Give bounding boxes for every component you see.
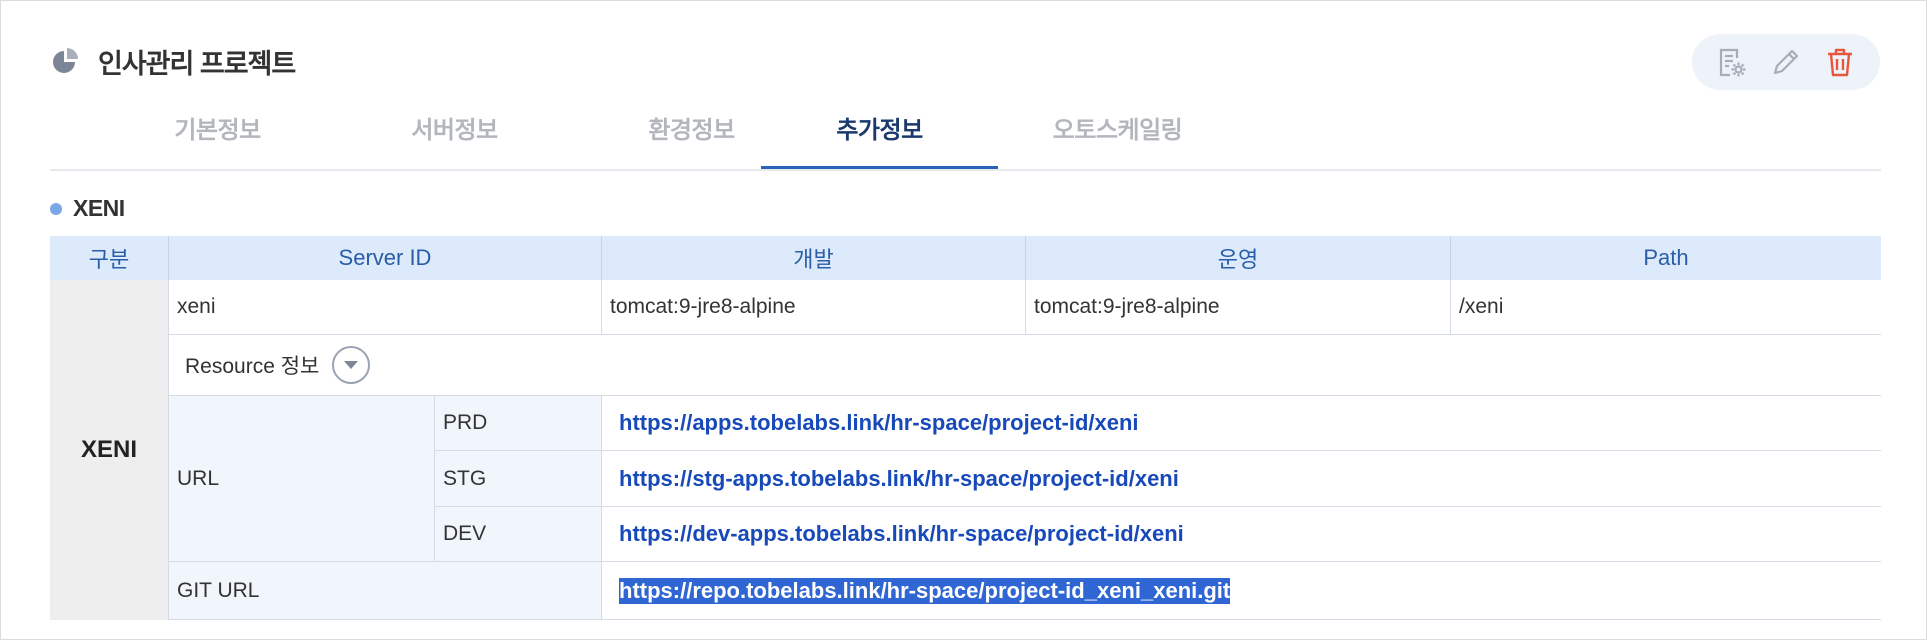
pie-chart-icon — [50, 46, 80, 76]
stg-url-text: https://stg-apps.tobelabs.link/hr-space/… — [619, 465, 1179, 491]
resource-info-label: Resource 정보 — [185, 355, 320, 378]
dev-image-value: tomcat:9-jre8-alpine — [602, 280, 1026, 335]
tab-additional-info[interactable]: 추가정보 — [761, 109, 998, 169]
page-title: 인사관리 프로젝트 — [98, 48, 296, 79]
git-url-link[interactable]: https://repo.tobelabs.link/hr-space/proj… — [602, 562, 1881, 620]
prd-url-link[interactable]: https://apps.tobelabs.link/hr-space/proj… — [602, 396, 1881, 451]
expand-toggle-button[interactable] — [332, 346, 371, 384]
section-title: XENI — [50, 195, 125, 222]
column-header: Path — [1451, 236, 1881, 280]
path-value: /xeni — [1451, 280, 1881, 335]
git-url-text-selected: https://repo.tobelabs.link/hr-space/proj… — [619, 577, 1231, 604]
section-label: XENI — [73, 195, 125, 221]
trash-icon[interactable] — [1822, 44, 1858, 80]
dev-url-text: https://dev-apps.tobelabs.link/hr-space/… — [619, 521, 1184, 546]
dev-url-link[interactable]: https://dev-apps.tobelabs.link/hr-space/… — [602, 507, 1881, 562]
stg-url-link[interactable]: https://stg-apps.tobelabs.link/hr-space/… — [602, 451, 1881, 507]
url-label: URL — [169, 396, 435, 562]
section-bullet — [50, 202, 62, 215]
tab-autoscaling[interactable]: 오토스케일링 — [999, 109, 1236, 167]
document-settings-icon[interactable] — [1714, 44, 1750, 80]
column-header: Server ID — [169, 236, 602, 280]
window-frame: 인사관리 프로젝트 기본정보 서버정보 환경정보 추가정보 오토스케일링 XEN… — [0, 0, 1927, 640]
column-header: 구분 — [50, 236, 169, 280]
env-label-stg: STG — [435, 451, 602, 507]
resource-info-row: Resource 정보 — [169, 335, 1881, 396]
row-group-label: XENI — [50, 280, 169, 620]
git-url-label: GIT URL — [169, 562, 602, 620]
page-header: 인사관리 프로젝트 — [50, 41, 296, 81]
tab-server-info[interactable]: 서버정보 — [336, 109, 573, 167]
prod-image-value: tomcat:9-jre8-alpine — [1026, 280, 1451, 335]
tab-basic-info[interactable]: 기본정보 — [99, 109, 336, 167]
prd-url-text: https://apps.tobelabs.link/hr-space/proj… — [619, 410, 1139, 435]
edit-pencil-icon[interactable] — [1768, 44, 1804, 80]
resource-table: 구분 Server ID 개발 운영 Path XENI xeni tomcat… — [50, 236, 1881, 620]
env-label-dev: DEV — [435, 507, 602, 562]
caret-down-icon — [344, 361, 359, 369]
column-header: 개발 — [602, 236, 1026, 280]
server-id-value: xeni — [169, 280, 602, 335]
tab-bar: 기본정보 서버정보 환경정보 추가정보 오토스케일링 — [50, 109, 1881, 171]
env-label-prd: PRD — [435, 396, 602, 451]
column-header: 운영 — [1026, 236, 1451, 280]
action-toolbar — [1692, 34, 1880, 90]
